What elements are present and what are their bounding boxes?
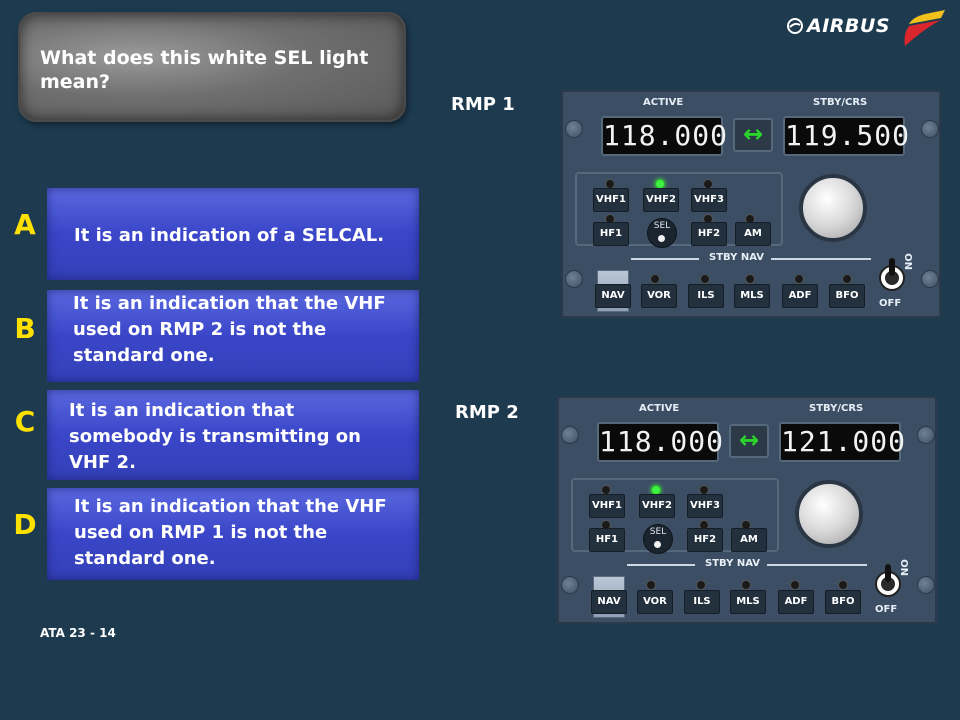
key-ils[interactable]: ILS bbox=[684, 590, 720, 614]
rmp2-panel: ACTIVE STBY/CRS 118.000 ↔ 121.000 VHF1 V… bbox=[557, 396, 937, 624]
led-vor bbox=[650, 274, 660, 284]
screw-icon bbox=[917, 576, 935, 594]
stby-label: STBY/CRS bbox=[813, 97, 868, 108]
off-label: OFF bbox=[879, 298, 902, 309]
stby-nav-label: STBY NAV bbox=[705, 558, 760, 569]
sel-lamp bbox=[654, 541, 661, 548]
sel-label: SEL bbox=[653, 221, 671, 231]
standby-frequency: 119.500 bbox=[783, 116, 909, 156]
key-ils[interactable]: ILS bbox=[688, 284, 724, 308]
answer-letter-c: C bbox=[14, 405, 36, 438]
stby-nav-label: STBY NAV bbox=[709, 252, 764, 263]
transfer-arrow-icon: ↔ bbox=[742, 120, 764, 148]
key-mls[interactable]: MLS bbox=[730, 590, 766, 614]
key-vhf3[interactable]: VHF3 bbox=[687, 494, 723, 518]
sel-label: SEL bbox=[649, 527, 667, 537]
led-ils bbox=[700, 274, 710, 284]
answer-c[interactable]: It is an indication that somebody is tra… bbox=[47, 390, 419, 480]
key-vhf2[interactable]: VHF2 bbox=[639, 494, 675, 518]
key-vhf2[interactable]: VHF2 bbox=[643, 188, 679, 212]
screw-icon bbox=[561, 426, 579, 444]
led-ils bbox=[696, 580, 706, 590]
key-hf2[interactable]: HF2 bbox=[691, 222, 727, 246]
screw-icon bbox=[565, 270, 583, 288]
answer-d[interactable]: It is an indication that the VHF used on… bbox=[47, 488, 419, 580]
key-nav[interactable]: NAV bbox=[591, 590, 627, 614]
sel-light: SEL bbox=[643, 524, 673, 554]
answer-letter-a: A bbox=[14, 208, 36, 241]
sel-light: SEL bbox=[647, 218, 677, 248]
led-bfo bbox=[842, 274, 852, 284]
led-vor bbox=[646, 580, 656, 590]
frequency-selector-knob[interactable] bbox=[799, 174, 867, 242]
key-vhf1[interactable]: VHF1 bbox=[589, 494, 625, 518]
screw-icon bbox=[921, 120, 939, 138]
active-label: ACTIVE bbox=[643, 97, 684, 108]
led-bfo bbox=[838, 580, 848, 590]
rmp2-label: RMP 2 bbox=[455, 402, 519, 423]
transfer-button[interactable]: ↔ bbox=[733, 118, 773, 152]
stby-nav-line bbox=[767, 564, 867, 566]
question-text: What does this white SEL light mean? bbox=[40, 47, 369, 93]
stby-nav-line bbox=[631, 258, 699, 260]
standby-frequency: 121.000 bbox=[779, 422, 905, 462]
stby-nav-line bbox=[627, 564, 695, 566]
answer-letter-b: B bbox=[14, 312, 36, 345]
rmp1-label: RMP 1 bbox=[451, 94, 515, 115]
screw-icon bbox=[561, 576, 579, 594]
airbus-logo: AIRBUS bbox=[787, 10, 947, 52]
answer-a-text: It is an indication of a SELCAL. bbox=[74, 225, 385, 246]
power-toggle-switch[interactable] bbox=[879, 256, 905, 292]
stby-label: STBY/CRS bbox=[809, 403, 864, 414]
key-vhf3[interactable]: VHF3 bbox=[691, 188, 727, 212]
answer-b[interactable]: It is an indication that the VHF used on… bbox=[47, 290, 419, 382]
key-bfo[interactable]: BFO bbox=[829, 284, 865, 308]
key-vhf1[interactable]: VHF1 bbox=[593, 188, 629, 212]
question-box: What does this white SEL light mean? bbox=[18, 12, 406, 122]
answer-d-text: It is an indication that the VHF used on… bbox=[74, 496, 387, 569]
key-am[interactable]: AM bbox=[735, 222, 771, 246]
key-hf1[interactable]: HF1 bbox=[593, 222, 629, 246]
answer-c-text: It is an indication that somebody is tra… bbox=[69, 400, 361, 473]
answer-b-text: It is an indication that the VHF used on… bbox=[73, 293, 386, 366]
airbus-circle-icon bbox=[787, 18, 803, 34]
transfer-arrow-icon: ↔ bbox=[738, 426, 760, 454]
screw-icon bbox=[565, 120, 583, 138]
screw-icon bbox=[917, 426, 935, 444]
transfer-button[interactable]: ↔ bbox=[729, 424, 769, 458]
led-adf bbox=[794, 274, 804, 284]
key-hf2[interactable]: HF2 bbox=[687, 528, 723, 552]
key-vor[interactable]: VOR bbox=[641, 284, 677, 308]
led-adf bbox=[790, 580, 800, 590]
key-bfo[interactable]: BFO bbox=[825, 590, 861, 614]
iberia-swoosh-icon bbox=[904, 10, 945, 46]
key-adf[interactable]: ADF bbox=[782, 284, 818, 308]
off-label: OFF bbox=[875, 604, 898, 615]
stby-nav-line bbox=[771, 258, 871, 260]
active-label: ACTIVE bbox=[639, 403, 680, 414]
key-adf[interactable]: ADF bbox=[778, 590, 814, 614]
active-frequency: 118.000 bbox=[597, 422, 723, 462]
key-mls[interactable]: MLS bbox=[734, 284, 770, 308]
rmp1-panel: ACTIVE STBY/CRS 118.000 ↔ 119.500 VHF1 V… bbox=[561, 90, 941, 318]
power-toggle-switch[interactable] bbox=[875, 562, 901, 598]
key-nav[interactable]: NAV bbox=[595, 284, 631, 308]
sel-lamp bbox=[658, 235, 665, 242]
brand-name: AIRBUS bbox=[807, 15, 890, 37]
led-mls bbox=[745, 274, 755, 284]
ata-reference: ATA 23 - 14 bbox=[40, 626, 116, 640]
led-mls bbox=[741, 580, 751, 590]
screw-icon bbox=[921, 270, 939, 288]
key-vor[interactable]: VOR bbox=[637, 590, 673, 614]
key-hf1[interactable]: HF1 bbox=[589, 528, 625, 552]
active-frequency: 118.000 bbox=[601, 116, 727, 156]
frequency-selector-knob[interactable] bbox=[795, 480, 863, 548]
answer-letter-d: D bbox=[13, 508, 37, 541]
key-am[interactable]: AM bbox=[731, 528, 767, 552]
answer-a[interactable]: It is an indication of a SELCAL. bbox=[47, 188, 419, 280]
